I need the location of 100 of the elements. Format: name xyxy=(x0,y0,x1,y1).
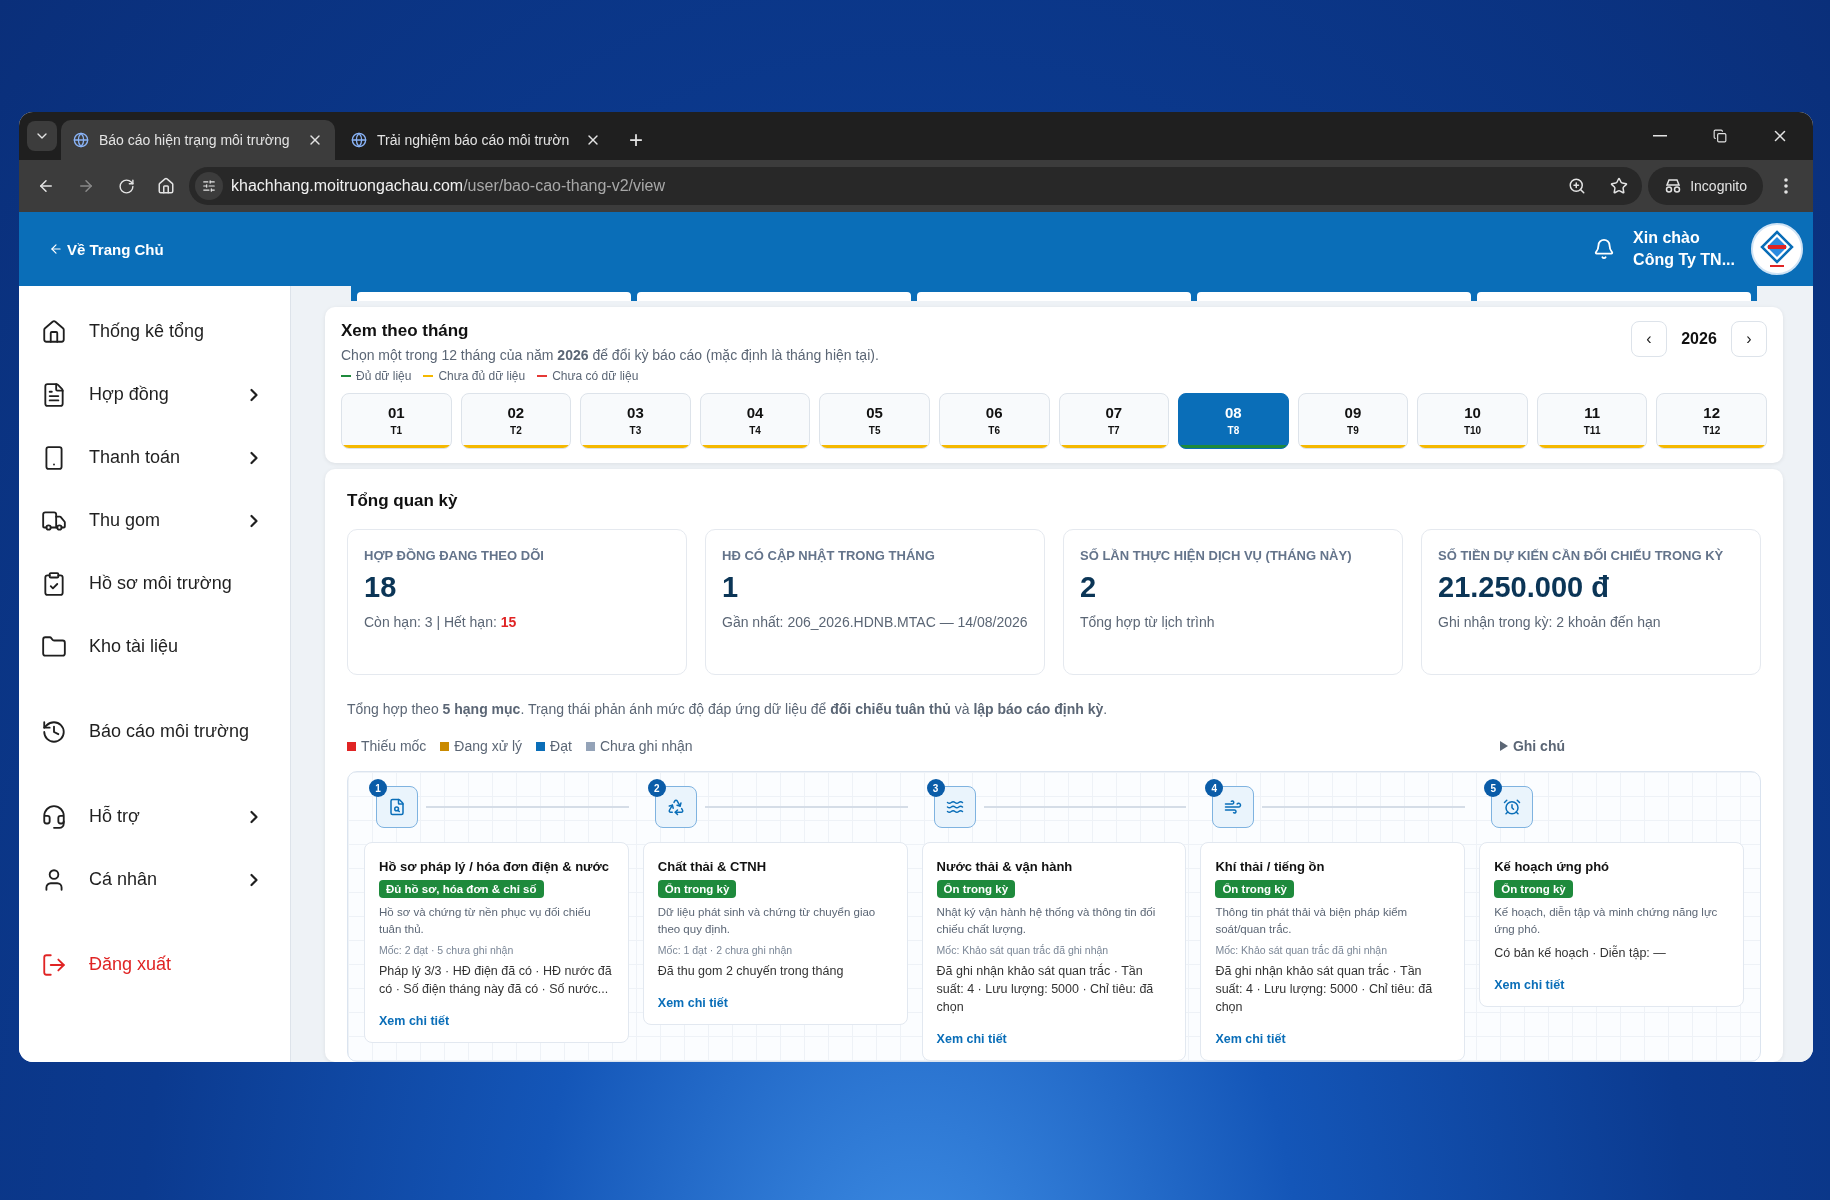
alarm-clock-icon xyxy=(1503,798,1522,817)
stat-label: SỐ TIỀN DỰ KIẾN CẦN ĐỐI CHIẾU TRONG KỲ xyxy=(1438,548,1725,564)
previous-year-button[interactable]: ‹ xyxy=(1631,321,1667,358)
step-number: 1 xyxy=(369,779,387,798)
status-label: Đạt xyxy=(550,738,572,755)
home-icon xyxy=(41,318,67,345)
next-year-button[interactable]: › xyxy=(1731,321,1767,358)
incognito-icon xyxy=(1664,179,1683,193)
status-badge: Ổn trong kỳ xyxy=(936,880,1016,899)
milestone-text: Mốc: 2 đạt · 5 chưa ghi nhận xyxy=(379,943,515,956)
stat-label: SỐ LẦN THỰC HIỆN DỊCH VỤ (THÁNG NÀY) xyxy=(1080,548,1353,564)
stat-note: Gần nhất: 206_2026.HDNB.MTAC — 14/08/2026 xyxy=(722,613,1028,633)
section-title: Tổng quan kỳ xyxy=(347,491,459,512)
milestone-text: Mốc: Khảo sát quan trắc đã ghi nhận xyxy=(1215,943,1388,956)
step-number: 2 xyxy=(647,779,666,798)
month-button[interactable]: 01 T1 xyxy=(341,393,452,450)
user-name: Công Ty TN... xyxy=(1633,251,1735,269)
month-button[interactable]: 05 T5 xyxy=(819,393,930,450)
step-detail: Có bản kế hoạch · Diễn tập: — xyxy=(1494,944,1667,962)
step-number: 5 xyxy=(1484,779,1503,798)
month-button[interactable]: 04 T4 xyxy=(699,393,811,450)
month-button[interactable]: 09 T9 xyxy=(1297,393,1409,450)
step-description: Nhật ký vận hành hệ thống và thông tin đối chiếu chất lượng. xyxy=(936,905,1157,937)
headset-icon xyxy=(41,803,67,830)
stat-value: 21.250.000 đ xyxy=(1438,571,1610,605)
stat-label: HĐ CÓ CẬP NHẬT TRONG THÁNG xyxy=(722,548,936,564)
address-bar[interactable]: khachhang.moitruongachau.com/user/bao-cao-thang-v2/view xyxy=(189,167,1643,205)
month-button[interactable]: 02 T2 xyxy=(460,393,572,450)
sidebar-item[interactable]: Hồ sơ môi trường xyxy=(19,552,290,615)
year-label: 2026 xyxy=(1680,330,1718,349)
history-icon xyxy=(41,718,67,745)
sidebar-item[interactable]: Thanh toán xyxy=(19,426,290,489)
clipboard-check-icon xyxy=(41,570,67,597)
step-title: Nước thải & vận hành xyxy=(936,859,1074,875)
legend-label: Chưa đủ dữ liệu xyxy=(438,369,526,384)
browser-tab[interactable]: Trải nghiệm báo cáo môi trườn xyxy=(339,120,613,160)
month-button[interactable]: 11 T11 xyxy=(1536,393,1648,450)
details-link[interactable]: Xem chi tiết xyxy=(936,1032,1172,1046)
month-button[interactable]: 07 T7 xyxy=(1058,393,1170,450)
step-title: Hồ sơ pháp lý / hóa đơn điện & nước xyxy=(379,859,610,875)
section-subtitle: Chọn một trong 12 tháng của năm 2026 để đổi kỳ báo cáo (mặc định là tháng hiện tại). xyxy=(341,347,879,364)
more-icon xyxy=(1784,178,1788,194)
zoom-icon xyxy=(1568,177,1587,195)
legend-label: Chưa có dữ liệu xyxy=(552,369,639,384)
step-description: Hồ sơ và chứng từ nền phục vụ đối chiếu tuân thủ. xyxy=(379,905,592,937)
details-link[interactable]: Xem chi tiết xyxy=(1494,977,1729,992)
sidebar-item[interactable]: Đăng xuất xyxy=(19,933,290,996)
sidebar-item[interactable]: Hợp đồng xyxy=(19,363,290,426)
month-button[interactable]: 06 T6 xyxy=(938,393,1050,450)
status-badge: Đủ hồ sơ, hóa đơn & chỉ số xyxy=(379,880,544,899)
stat-value: 18 xyxy=(364,571,398,605)
sidebar-item[interactable]: Báo cáo môi trường xyxy=(19,700,290,763)
company-logo-icon[interactable] xyxy=(1751,223,1803,275)
details-link[interactable]: Xem chi tiết xyxy=(1215,1032,1451,1046)
sidebar-item[interactable]: Hỗ trợ xyxy=(19,785,290,848)
step-title: Khí thải / tiếng ồn xyxy=(1215,859,1326,875)
restore-icon xyxy=(1713,129,1727,143)
back-home-link[interactable]: Về Trang Chủ xyxy=(49,240,164,258)
step-number: 3 xyxy=(926,779,945,798)
stat-label: HỢP ĐỒNG ĐANG THEO DÕI xyxy=(364,548,545,564)
new-tab-button[interactable]: + xyxy=(617,120,655,160)
status-badge: Ổn trong kỳ xyxy=(657,880,737,899)
folder-icon xyxy=(41,633,67,660)
details-link[interactable]: Xem chi tiết xyxy=(657,995,893,1010)
step-detail: Đã ghi nhận khảo sát quan trắc · Tần suất: 4 · Lưu lượng: 5000 · Chỉ tiêu: đã chọn xyxy=(936,962,1155,1016)
stat-note: Tổng hợp từ lịch trình xyxy=(1080,613,1216,633)
stat-value: 1 xyxy=(722,571,740,605)
star-icon xyxy=(1610,177,1629,195)
month-button[interactable]: 10 T10 xyxy=(1417,393,1528,450)
month-button[interactable]: 03 T3 xyxy=(580,393,691,450)
sidebar-item[interactable]: Cá nhân xyxy=(19,848,290,911)
step-title: Chất thải & CTNH xyxy=(657,859,768,875)
notification-bell-icon[interactable] xyxy=(1593,238,1616,260)
month-button[interactable]: 08 T8 xyxy=(1178,393,1289,450)
step-detail: Pháp lý 3/3 · HĐ điện đã có · HĐ nước đã có · Số điện tháng này đã có · Số nước... xyxy=(379,962,613,998)
status-label: Đang xử lý xyxy=(454,738,523,755)
site-settings-button[interactable] xyxy=(195,172,223,200)
home-icon xyxy=(157,177,175,195)
greeting: Xin chào xyxy=(1633,229,1701,247)
notes-toggle[interactable]: Ghi chú xyxy=(1493,737,1571,756)
minimize-icon xyxy=(1653,135,1667,137)
site-icon xyxy=(351,132,367,148)
document-icon xyxy=(41,381,67,408)
sidebar-item[interactable]: Thu gom xyxy=(19,489,290,552)
tab-list-button[interactable] xyxy=(27,121,57,151)
status-label: Thiếu mốc xyxy=(361,738,427,755)
summary-text: Tổng hợp theo 5 hạng mục. Trạng thái phản ánh mức độ đáp ứng dữ liệu để đối chiếu tuân thủ và lập báo cáo định kỳ. xyxy=(347,701,1108,718)
month-button[interactable]: 12 T12 xyxy=(1656,393,1767,450)
sidebar-item[interactable]: Kho tài liệu xyxy=(19,615,290,678)
step-detail: Đã thu gom 2 chuyến trong tháng xyxy=(657,962,845,980)
milestone-text: Mốc: Khảo sát quan trắc đã ghi nhận xyxy=(936,943,1110,956)
status-badge: Ổn trong kỳ xyxy=(1494,880,1573,899)
sliders-icon xyxy=(202,179,216,193)
step-description: Kế hoạch, diễn tập và minh chứng năng lực ứng phó. xyxy=(1494,905,1719,937)
stat-note: Ghi nhận trong kỳ: 2 khoản đến hạn xyxy=(1438,613,1662,633)
step-description: Dữ liệu phát sinh và chứng từ chuyển giao theo quy định. xyxy=(657,905,877,937)
sidebar-item[interactable]: Thống kê tổng xyxy=(19,300,290,363)
incognito-button[interactable]: Incognito xyxy=(1648,167,1763,205)
details-link[interactable]: Xem chi tiết xyxy=(379,1013,614,1028)
browser-tab[interactable]: Báo cáo hiện trạng môi trường xyxy=(61,120,335,160)
